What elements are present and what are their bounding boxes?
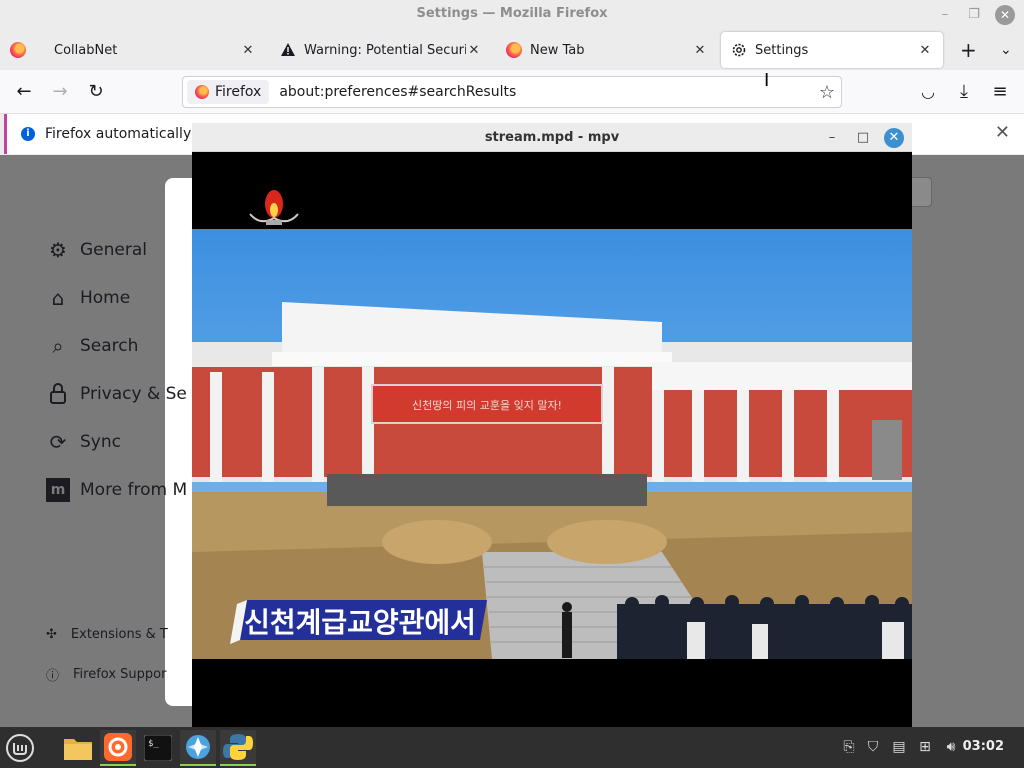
mpv-minimize-button[interactable]: – [822,128,842,148]
svg-text:$_: $_ [148,739,159,749]
mpv-title: stream.mpd - mpv [484,130,620,145]
window-title: Settings — Mozilla Firefox [416,6,608,21]
url-bar[interactable]: Firefox about:preferences#searchResults … [182,76,842,108]
tab-collabnet[interactable]: CollabNet ✕ [44,32,266,68]
notes-icon[interactable]: ▤ [890,738,908,756]
identity-label: Firefox [215,84,262,100]
home-icon: ⌂ [51,286,65,310]
window-titlebar: Settings — Mozilla Firefox – ❐ ✕ [0,0,1024,30]
reload-button[interactable]: ↻ [82,78,110,106]
gear-icon: ⚙ [49,238,67,262]
close-window-button[interactable]: ✕ [995,5,1015,25]
caption-banner: 신천계급교양관에서 [244,606,476,639]
firefox-icon [506,42,522,58]
tab-warning[interactable]: Warning: Potential Security ✕ [270,32,492,68]
maximize-button[interactable]: ❐ [964,5,984,25]
sidebar-item-more-from-mozilla[interactable]: m More from M [46,478,187,502]
text-cursor-icon: I [764,70,770,91]
new-tab-button[interactable]: + [950,32,978,68]
mpv-window[interactable]: stream.mpd - mpv – □ ✕ 신천땅의 피의 교훈을 잊지 말자… [192,123,912,728]
close-notification-icon[interactable]: ✕ [995,122,1010,143]
taskbar: $_ ⎘ ⛉ ▤ ⊞ 🔊︎ 03:02 [0,727,1024,768]
sidebar-item-privacy[interactable]: Privacy & Se [46,382,187,406]
search-icon: ⌕ [52,334,64,358]
sidebar-item-general[interactable]: ⚙ General [46,238,147,262]
tab-label: New Tab [530,42,585,58]
bookmark-star-icon[interactable]: ☆ [813,82,841,103]
warning-icon [280,42,296,58]
tab-close-icon[interactable]: ✕ [240,43,256,58]
gear-icon [731,42,747,58]
pocket-icon[interactable]: ◡ [914,78,942,106]
back-button[interactable]: ← [10,78,38,106]
mpv-close-button[interactable]: ✕ [884,128,904,148]
clock[interactable]: 03:02 [963,739,1004,754]
mpv-titlebar: stream.mpd - mpv – □ ✕ [192,123,912,152]
sidebar-item-home[interactable]: ⌂ Home [46,286,131,310]
firefox-icon [10,42,26,58]
downloads-icon[interactable]: ⤓ [950,78,978,106]
tab-label: Settings [755,42,809,58]
sidebar-item-extensions[interactable]: ✣ Extensions & T [46,627,168,642]
lock-icon [46,382,70,406]
tab-label: CollabNet [54,42,118,58]
python-icon[interactable] [220,730,256,766]
tab-close-icon[interactable]: ✕ [466,43,482,58]
sign-text: 신천땅의 피의 교훈을 잊지 말자! [412,398,562,412]
video-frame[interactable]: 신천땅의 피의 교훈을 잊지 말자! 신천계급교양관에서 [192,152,912,728]
sidebar-item-label: Firefox Suppor [73,667,167,682]
puzzle-icon: ✣ [46,627,57,642]
firefox-view-button[interactable] [0,32,42,68]
sync-icon: ⟳ [49,430,67,454]
sidebar-item-support[interactable]: ⓘ Firefox Suppor [46,665,166,684]
files-icon[interactable] [60,730,96,766]
sidebar-item-label: Privacy & Se [80,384,187,404]
tab-close-icon[interactable]: ✕ [917,43,933,58]
identity-box[interactable]: Firefox [187,80,270,104]
list-all-tabs-button[interactable]: ⌄ [990,32,1018,68]
forward-button[interactable]: → [46,78,74,106]
sidebar-item-sync[interactable]: ⟳ Sync [46,430,121,454]
sidebar-item-label: More from M [80,480,188,500]
tab-label: Warning: Potential Security [304,42,466,58]
sidebar-item-label: Search [80,336,139,356]
clipboard-icon[interactable]: ⎘ [840,738,858,756]
tab-settings[interactable]: Settings ✕ [721,32,943,68]
volume-icon[interactable]: 🔊︎ [942,738,960,756]
info-icon: i [21,127,35,141]
minimize-button[interactable]: – [935,5,955,25]
sidebar-item-label: Sync [80,432,121,452]
sidebar-item-label: General [80,240,147,260]
menu-icon[interactable]: ≡ [986,78,1014,106]
firefox-icon[interactable] [100,730,136,766]
tab-bar: CollabNet ✕ Warning: Potential Security … [0,30,1024,70]
help-icon: ⓘ [46,669,60,684]
navigation-toolbar: ← → ↻ Firefox about:preferences#searchRe… [0,70,1024,114]
sidebar-item-label: Home [80,288,131,308]
shield-icon[interactable]: ⛉ [864,738,882,756]
menu-icon[interactable] [2,730,38,766]
sidebar-item-label: Extensions & T [70,627,168,642]
mpv-maximize-button[interactable]: □ [853,128,873,148]
terminal-icon[interactable]: $_ [140,730,176,766]
url-input[interactable]: about:preferences#searchResults [279,84,813,100]
tab-close-icon[interactable]: ✕ [692,43,708,58]
sidebar-item-search[interactable]: ⌕ Search [46,334,138,358]
firefox-icon [195,85,209,99]
mozilla-icon: m [46,478,70,502]
tab-new-tab[interactable]: New Tab ✕ [496,32,718,68]
settings-app-icon[interactable] [180,730,216,766]
network-icon[interactable]: ⊞ [916,738,934,756]
